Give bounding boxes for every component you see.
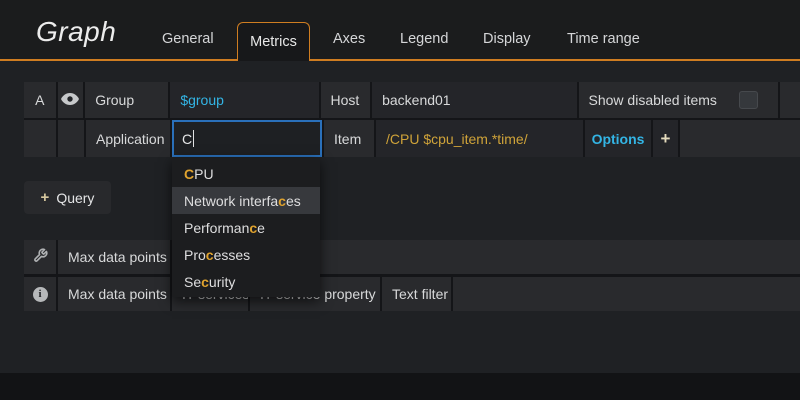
max-data-points-label: Max data points (58, 277, 170, 311)
application-input[interactable]: C (172, 120, 322, 157)
dropdown-item-performance[interactable]: Performance (172, 214, 320, 241)
group-label: Group (85, 82, 168, 118)
wrench-icon (33, 248, 48, 266)
tab-time-range[interactable]: Time range (567, 31, 640, 47)
application-typeahead-dropdown: CPU Network interfaces Performance Proce… (172, 158, 320, 297)
query-row-secondary: Application C Item /CPU $cpu_item.*time/… (24, 120, 800, 157)
tab-axes[interactable]: Axes (333, 31, 365, 47)
item-match-text: c (249, 220, 257, 236)
dropdown-item-network-interfaces[interactable]: Network interfaces (172, 187, 320, 214)
dropdown-item-cpu[interactable]: CPU (172, 160, 320, 187)
query-editor: A Group $group Host backend01 Show disab… (24, 82, 800, 157)
query-letter[interactable]: A (24, 82, 56, 118)
row-end-cell (780, 82, 800, 118)
item-match-text: c (278, 193, 286, 209)
max-data-points-row: Max data points (24, 240, 800, 274)
editor-header: Graph General Axes Legend Display Time r… (0, 0, 800, 59)
item-text: urity (209, 274, 235, 290)
page-bottom-strip (0, 373, 800, 400)
eye-icon (61, 92, 79, 108)
item-label: Item (324, 120, 374, 157)
application-label: Application (86, 120, 170, 157)
info-icon: i (33, 287, 48, 302)
host-label: Host (321, 82, 371, 118)
add-item-button[interactable]: + (653, 120, 678, 157)
item-match-text: c (206, 247, 214, 263)
item-text: Pro (184, 247, 206, 263)
show-disabled-checkbox[interactable] (739, 91, 758, 109)
tab-metrics[interactable]: Metrics (237, 22, 310, 61)
query-row-main: A Group $group Host backend01 Show disab… (24, 82, 800, 118)
application-input-value: C (182, 131, 192, 147)
text-filter-cell: Text filter (382, 277, 451, 311)
add-query-label: Query (56, 190, 94, 206)
eye-spacer-cell (58, 120, 84, 157)
row-filler-cell (453, 277, 800, 311)
item-text: PU (194, 166, 213, 182)
item-text: Se (184, 274, 201, 290)
page-title: Graph (36, 16, 116, 48)
group-value[interactable]: $group (170, 82, 318, 118)
toggle-visibility-cell[interactable] (58, 82, 84, 118)
item-text: Network interfa (184, 193, 278, 209)
plus-icon: + (41, 190, 50, 205)
wrench-icon-cell (24, 240, 56, 274)
dropdown-item-security[interactable]: Security (172, 268, 320, 295)
options-button[interactable]: Options (585, 120, 651, 157)
item-text: Performan (184, 220, 249, 236)
add-query-button[interactable]: + Query (24, 181, 111, 214)
tab-legend[interactable]: Legend (400, 31, 448, 47)
item-text: e (257, 220, 265, 236)
tab-general[interactable]: General (162, 31, 214, 47)
item-value[interactable]: /CPU $cpu_item.*time/ (376, 120, 583, 157)
item-text: esses (214, 247, 251, 263)
max-data-points-label: Max data points (58, 240, 170, 274)
letter-spacer-cell (24, 120, 56, 157)
item-match-text: c (201, 274, 209, 290)
host-value[interactable]: backend01 (372, 82, 576, 118)
item-match-text: C (184, 166, 194, 182)
plus-icon: + (661, 130, 671, 147)
panel-editor: Graph General Axes Legend Display Time r… (0, 0, 800, 400)
text-caret (193, 130, 194, 147)
row-end-cell (680, 120, 800, 157)
item-text: es (286, 193, 301, 209)
tab-display[interactable]: Display (483, 31, 531, 47)
show-disabled-cell: Show disabled items (579, 82, 778, 118)
info-options-row: i Max data points IT services IT service… (24, 277, 800, 311)
show-disabled-label: Show disabled items (589, 92, 717, 108)
info-icon-cell: i (24, 277, 56, 311)
active-tab-underline (0, 59, 800, 61)
panel-options-rows: Max data points i Max data points IT ser… (24, 240, 800, 311)
dropdown-item-processes[interactable]: Processes (172, 241, 320, 268)
